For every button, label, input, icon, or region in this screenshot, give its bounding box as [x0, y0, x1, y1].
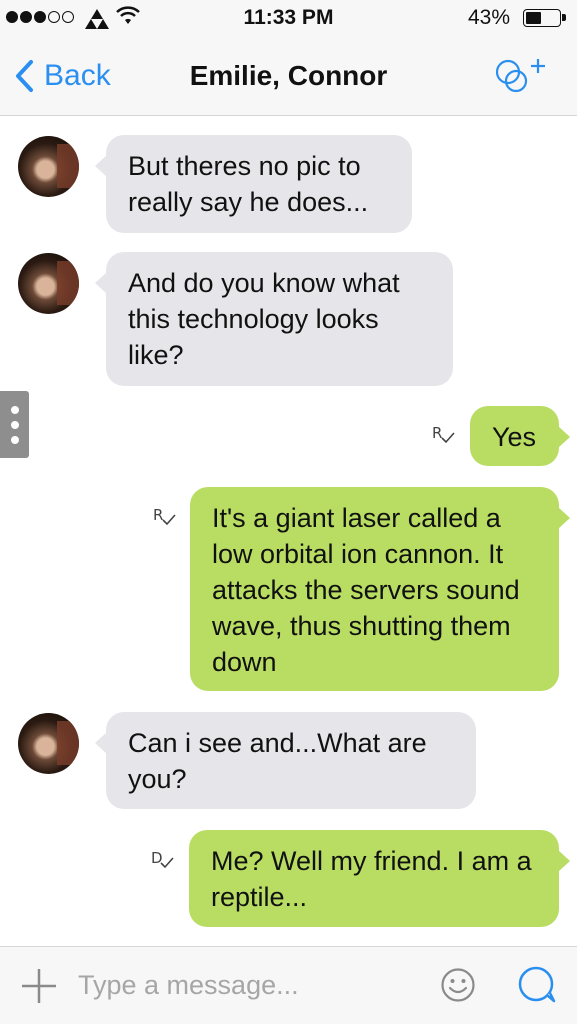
message-text: Can i see and...What are you?	[128, 728, 427, 794]
message-input[interactable]	[78, 965, 418, 1005]
message-thread[interactable]: But theres no pic to really say he does.…	[0, 116, 577, 946]
side-drawer-handle[interactable]	[0, 391, 29, 458]
avatar[interactable]	[18, 713, 79, 774]
message-text: It's a giant laser called a low orbital …	[212, 503, 520, 677]
conversation-title: Emilie, Connor	[189, 60, 388, 91]
battery-icon	[523, 9, 566, 27]
chat-bubble-send-icon[interactable]	[517, 965, 557, 1005]
message-bubble-outgoing[interactable]: Me? Well my friend. I am a reptile...	[189, 830, 570, 927]
message-bubble-outgoing[interactable]: It's a giant laser called a low orbital …	[190, 487, 570, 691]
message-composer	[0, 946, 577, 1024]
navigation-bar: Back Emilie, Connor	[0, 36, 577, 116]
message-bubble-incoming[interactable]: And do you know what this technology loo…	[95, 252, 453, 386]
add-people-icon[interactable]	[494, 56, 550, 98]
battery-percentage: 43%	[468, 6, 511, 29]
message-text: But theres no pic to really say he does.…	[128, 151, 369, 217]
message-bubble-outgoing[interactable]: Yes	[470, 406, 570, 466]
message-text: Me? Well my friend. I am a reptile...	[211, 846, 532, 912]
message-text: Yes	[492, 422, 537, 452]
emoji-icon[interactable]	[440, 967, 476, 1003]
message-bubble-incoming[interactable]: But theres no pic to really say he does.…	[95, 135, 412, 233]
plus-icon[interactable]	[20, 967, 58, 1005]
avatar[interactable]	[18, 136, 79, 197]
status-bar: 11:33 PM 43%	[0, 0, 577, 36]
message-text: And do you know what this technology loo…	[128, 268, 400, 370]
message-bubble-incoming[interactable]: Can i see and...What are you?	[95, 712, 476, 809]
avatar[interactable]	[18, 253, 79, 314]
